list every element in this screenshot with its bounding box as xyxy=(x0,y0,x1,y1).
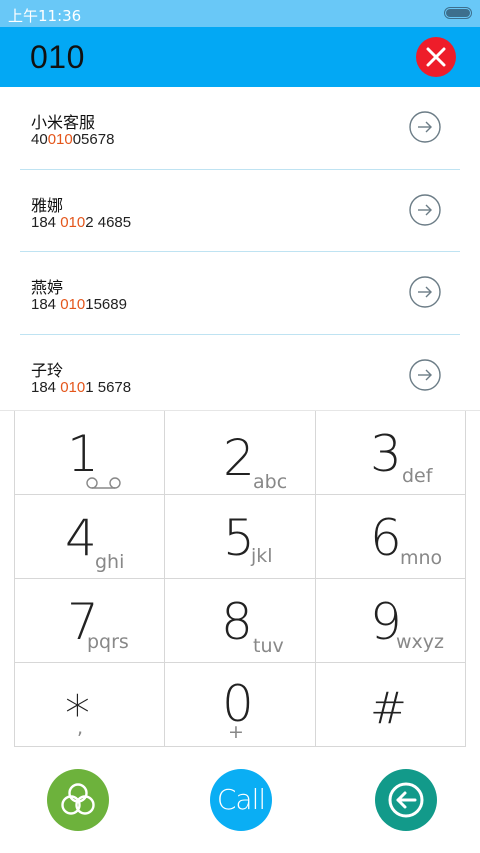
key-letters: tuv xyxy=(253,635,284,657)
arrow-right-circle-icon[interactable] xyxy=(409,193,441,226)
backspace-icon xyxy=(388,782,424,818)
key-digit: 3 xyxy=(370,425,402,483)
key-letters: abc xyxy=(253,471,288,493)
key-digit: # xyxy=(370,683,407,734)
key-digit: 1 xyxy=(67,425,99,483)
key-letters: mno xyxy=(400,547,443,569)
call-button[interactable]: Call xyxy=(210,769,272,831)
backspace-button[interactable] xyxy=(375,769,437,831)
contact-row[interactable]: 燕婷 184 01015689 xyxy=(0,252,480,335)
key-digit: 2 xyxy=(223,429,255,487)
key-2[interactable]: 2 abc xyxy=(165,411,316,495)
key-hash[interactable]: # xyxy=(316,663,466,747)
dial-keypad: 1 2 abc 3 def 4 ghi 5 jkl 6 mno 7 pqrs 8… xyxy=(0,410,480,747)
key-0[interactable]: 0 + xyxy=(165,663,316,747)
key-letters: + xyxy=(228,721,244,743)
contacts-button[interactable] xyxy=(47,769,109,831)
contact-list: 小米客服 4001005678 雅娜 184 0102 4685 燕婷 184 … xyxy=(0,87,480,410)
action-bar: Call xyxy=(0,747,480,853)
call-label: Call xyxy=(216,783,266,816)
arrow-right-circle-icon[interactable] xyxy=(409,111,441,143)
match-highlight: 010 xyxy=(60,378,86,396)
key-letters: ghi xyxy=(95,551,125,573)
key-6[interactable]: 6 mno xyxy=(316,495,466,579)
dial-header: 010 xyxy=(0,27,480,87)
contact-row[interactable]: 子玲 184 0101 5678 xyxy=(0,335,480,411)
key-4[interactable]: 4 ghi xyxy=(14,495,165,579)
key-9[interactable]: 9 wxyz xyxy=(316,579,466,663)
contact-row[interactable]: 小米客服 4001005678 xyxy=(0,87,480,170)
key-8[interactable]: 8 tuv xyxy=(165,579,316,663)
contact-number: 4001005678 xyxy=(31,131,115,148)
key-5[interactable]: 5 jkl xyxy=(165,495,316,579)
dialed-number[interactable]: 010 xyxy=(30,39,85,76)
key-1[interactable]: 1 xyxy=(14,411,165,495)
contact-number: 184 0101 5678 xyxy=(31,378,132,396)
contact-name: 雅娜 xyxy=(31,195,64,215)
contact-row[interactable]: 雅娜 184 0102 4685 xyxy=(0,170,480,253)
clear-button[interactable] xyxy=(416,37,456,77)
arrow-right-circle-icon[interactable] xyxy=(409,358,441,391)
contact-number: 184 01015689 xyxy=(31,296,127,313)
key-letters: wxyz xyxy=(396,631,445,653)
key-letters: jkl xyxy=(251,545,273,567)
key-3[interactable]: 3 def xyxy=(316,411,466,495)
voicemail-icon xyxy=(86,477,121,489)
key-letters: , xyxy=(77,717,84,739)
match-highlight: 010 xyxy=(60,296,86,313)
arrow-right-circle-icon[interactable] xyxy=(409,276,441,308)
key-letters: pqrs xyxy=(87,631,129,653)
key-digit: 4 xyxy=(65,509,97,567)
contact-name: 小米客服 xyxy=(31,113,96,132)
key-star[interactable]: * , xyxy=(14,663,165,747)
close-icon xyxy=(426,47,446,67)
key-digit: 8 xyxy=(221,593,253,651)
key-digit: 6 xyxy=(370,509,402,567)
key-7[interactable]: 7 pqrs xyxy=(14,579,165,663)
status-time: 上午11:36 xyxy=(8,7,82,25)
contact-name: 燕婷 xyxy=(31,278,64,297)
contact-name: 子玲 xyxy=(31,360,64,380)
match-highlight: 010 xyxy=(47,131,73,148)
contact-number: 184 0102 4685 xyxy=(31,213,132,231)
match-highlight: 010 xyxy=(60,213,86,231)
contacts-icon xyxy=(61,783,95,815)
key-letters: def xyxy=(402,465,433,487)
status-bar: 上午11:36 xyxy=(0,0,480,27)
battery-icon xyxy=(444,7,472,19)
